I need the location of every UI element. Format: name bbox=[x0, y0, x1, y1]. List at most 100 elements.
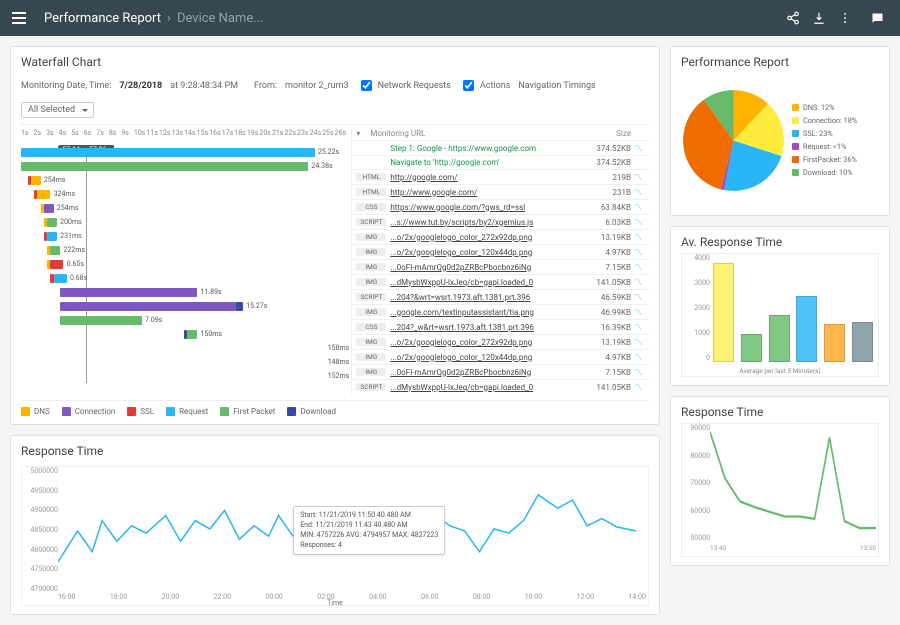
table-row[interactable]: img...o/2x/googlelogo_color_272x92dp.png… bbox=[352, 229, 649, 244]
rt-small-title: Response Time bbox=[681, 405, 879, 419]
rt-small-card: Response Time 9000080000700006000050000 … bbox=[670, 396, 890, 566]
table-row[interactable]: img...dMysbWxppU-lxJeq/cb=gapi.loaded_01… bbox=[352, 274, 649, 289]
gantt-row[interactable]: 150ms bbox=[21, 327, 347, 341]
table-row[interactable]: css...204?_w&rt=wsrt.1973.aft.1381.prt.3… bbox=[352, 319, 649, 334]
gantt-row[interactable]: 11.89s bbox=[21, 285, 347, 299]
avg-response-title: Av. Response Time bbox=[681, 235, 879, 249]
gantt-row[interactable]: 254ms bbox=[21, 201, 347, 215]
avg-response-chart[interactable]: 40003000200010000 Average per last 5 Min… bbox=[681, 253, 879, 377]
waterfall-controls: Monitoring Date, Time: 7/28/2018 at 9:28… bbox=[21, 73, 649, 125]
download-icon[interactable] bbox=[806, 5, 832, 31]
table-row[interactable]: img...0oFI-mAmrQg0d2pZRBcPbocbnz6iNg7.15… bbox=[352, 259, 649, 274]
table-row[interactable]: script...dMysbWxppU-lxJeq/cb=gapi.loaded… bbox=[352, 379, 649, 394]
bar[interactable] bbox=[741, 334, 762, 362]
pie-title: Performance Report bbox=[681, 55, 879, 69]
page-title: Performance Report bbox=[44, 11, 161, 26]
gantt-row[interactable]: 24.38s bbox=[21, 159, 347, 173]
bar[interactable] bbox=[824, 324, 845, 362]
response-time-title: Response Time bbox=[21, 444, 649, 458]
rt-x-label: Time bbox=[327, 599, 343, 607]
chevron-right-icon: › bbox=[167, 11, 171, 26]
gantt-rows: 57.14s - 57.26s 25.22s24.38s254ms324ms25… bbox=[21, 145, 347, 383]
table-row[interactable]: Step 1: Google - https://www.google.com3… bbox=[352, 140, 649, 155]
avg-y-axis: 40003000200010000 bbox=[684, 254, 710, 362]
waterfall-card: Waterfall Chart Monitoring Date, Time: 7… bbox=[10, 46, 660, 425]
gantt-row[interactable]: 148ms bbox=[21, 355, 347, 369]
pie-legend: DNS: 12%Connection: 18%SSL: 23%Request: … bbox=[792, 103, 857, 177]
gantt-row[interactable]: 15.27s bbox=[21, 299, 347, 313]
legend-item: Download: 10% bbox=[792, 168, 857, 177]
table-row[interactable]: script...204?&wrt=wsrt.1973.aft.1381.prt… bbox=[352, 289, 649, 304]
time-suffix: at 9:28:48:34 PM bbox=[170, 81, 238, 91]
gantt-row[interactable]: 158ms bbox=[21, 341, 347, 355]
col-size: Size bbox=[583, 129, 631, 138]
table-row[interactable]: htmlhttp://www.google.com/231B〽 bbox=[352, 184, 649, 199]
table-row[interactable]: img...o/2x/googlelogo_color_120x44dp.png… bbox=[352, 349, 649, 364]
legend-item: DNS bbox=[21, 407, 50, 416]
bar[interactable] bbox=[852, 322, 873, 362]
legend-item: SSL bbox=[127, 407, 154, 416]
table-row[interactable]: htmlhttp://google.com/219B〽 bbox=[352, 169, 649, 184]
response-time-card: Response Time 50000004950000490000048500… bbox=[10, 435, 660, 615]
rts-x-axis: 13:4013:50 bbox=[710, 544, 876, 556]
rts-line bbox=[710, 426, 876, 542]
waterfall-legend: DNSConnectionSSLRequestFirst PacketDownl… bbox=[21, 400, 649, 416]
waterfall-table: ▾ Monitoring URL Size Step 1: Google - h… bbox=[352, 129, 649, 394]
rts-y-axis: 9000080000700006000050000 bbox=[684, 424, 710, 542]
table-row[interactable]: img...o/2x/googlelogo_color_272x92dp.png… bbox=[352, 334, 649, 349]
from-value: monitor 2_rum3 bbox=[285, 81, 349, 91]
avg-bars bbox=[710, 256, 876, 362]
gantt-row[interactable]: 0.65s bbox=[21, 257, 347, 271]
checkbox-network-requests[interactable]: Network Requests bbox=[357, 77, 451, 94]
nav-timings-label: Navigation Timings bbox=[518, 81, 595, 91]
top-bar: Performance Report › Device Name... bbox=[0, 0, 900, 36]
avg-response-card: Av. Response Time 40003000200010000 Aver… bbox=[670, 226, 890, 386]
gantt-row[interactable]: 324ms bbox=[21, 187, 347, 201]
legend-item: Download bbox=[287, 407, 336, 416]
table-row[interactable]: csshttps://www.google.com/?gws_rd=ssl63.… bbox=[352, 199, 649, 214]
legend-item: FirstPacket: 36% bbox=[792, 155, 857, 164]
date-label: Monitoring Date, Time: bbox=[21, 81, 111, 91]
table-row[interactable]: Navigate to 'http://google.com'374.52KB bbox=[352, 155, 649, 169]
rt-x-axis: 16:0018:0020:0022:0000:0002:0004:0006:00… bbox=[58, 593, 646, 605]
gantt-row[interactable]: 152ms bbox=[21, 369, 347, 383]
gantt-row[interactable]: 7.09s bbox=[21, 313, 347, 327]
checkbox-actions[interactable]: Actions bbox=[459, 77, 510, 94]
gantt-row[interactable]: 0.68s bbox=[21, 271, 347, 285]
legend-item: Request bbox=[166, 407, 208, 416]
pie-card: Performance Report DNS: 12%Connection: 1… bbox=[670, 46, 890, 216]
response-time-chart[interactable]: 5000000495000049000004850000480000047500… bbox=[21, 466, 649, 606]
bar[interactable] bbox=[796, 296, 817, 362]
gantt-row[interactable]: 222ms bbox=[21, 243, 347, 257]
table-row[interactable]: img...google.com/textinputassistant/tia.… bbox=[352, 304, 649, 319]
rt-small-chart[interactable]: 9000080000700006000050000 13:4013:50 bbox=[681, 423, 879, 557]
breadcrumb-secondary: Device Name... bbox=[177, 11, 264, 26]
expand-icon[interactable]: ▾ bbox=[356, 129, 370, 138]
select-all[interactable]: All Selected bbox=[21, 102, 94, 118]
date-value: 7/28/2018 bbox=[119, 81, 162, 91]
legend-item: SSL: 23% bbox=[792, 129, 857, 138]
from-label: From: bbox=[254, 81, 277, 91]
table-row[interactable]: img...0oFI-mAmrQg0d2pZRBcPbocbnz6iNg7.15… bbox=[352, 364, 649, 379]
avg-x-label: Average per last 5 Minute(s) bbox=[739, 367, 820, 375]
gantt-row[interactable]: 254ms bbox=[21, 173, 347, 187]
table-row[interactable]: script...s://www.tut.by/scripts/by2/xgem… bbox=[352, 214, 649, 229]
legend-item: Connection: 18% bbox=[792, 116, 857, 125]
breadcrumb: Performance Report › Device Name... bbox=[44, 11, 264, 26]
gantt-row[interactable]: 200ms bbox=[21, 215, 347, 229]
table-row[interactable]: img...o/2x/googlelogo_color_120x44dp.png… bbox=[352, 244, 649, 259]
legend-item: Request: <1% bbox=[792, 142, 857, 151]
more-icon[interactable] bbox=[832, 5, 858, 31]
bar[interactable] bbox=[769, 315, 790, 362]
pie-chart[interactable] bbox=[681, 88, 786, 193]
rt-y-axis: 5000000495000049000004850000480000047500… bbox=[24, 467, 58, 593]
share-icon[interactable] bbox=[780, 5, 806, 31]
col-url: Monitoring URL bbox=[370, 129, 583, 138]
menu-icon[interactable] bbox=[10, 7, 32, 29]
bar[interactable] bbox=[713, 263, 734, 362]
waterfall-gantt[interactable]: 1s2s3s4s5s6s7s8s9s10s11s12s13s14s15s16s1… bbox=[21, 129, 352, 394]
gantt-row[interactable]: 25.22s bbox=[21, 145, 347, 159]
gantt-row[interactable]: 231ms bbox=[21, 229, 347, 243]
waterfall-title: Waterfall Chart bbox=[21, 55, 649, 69]
comment-icon[interactable] bbox=[864, 5, 890, 31]
